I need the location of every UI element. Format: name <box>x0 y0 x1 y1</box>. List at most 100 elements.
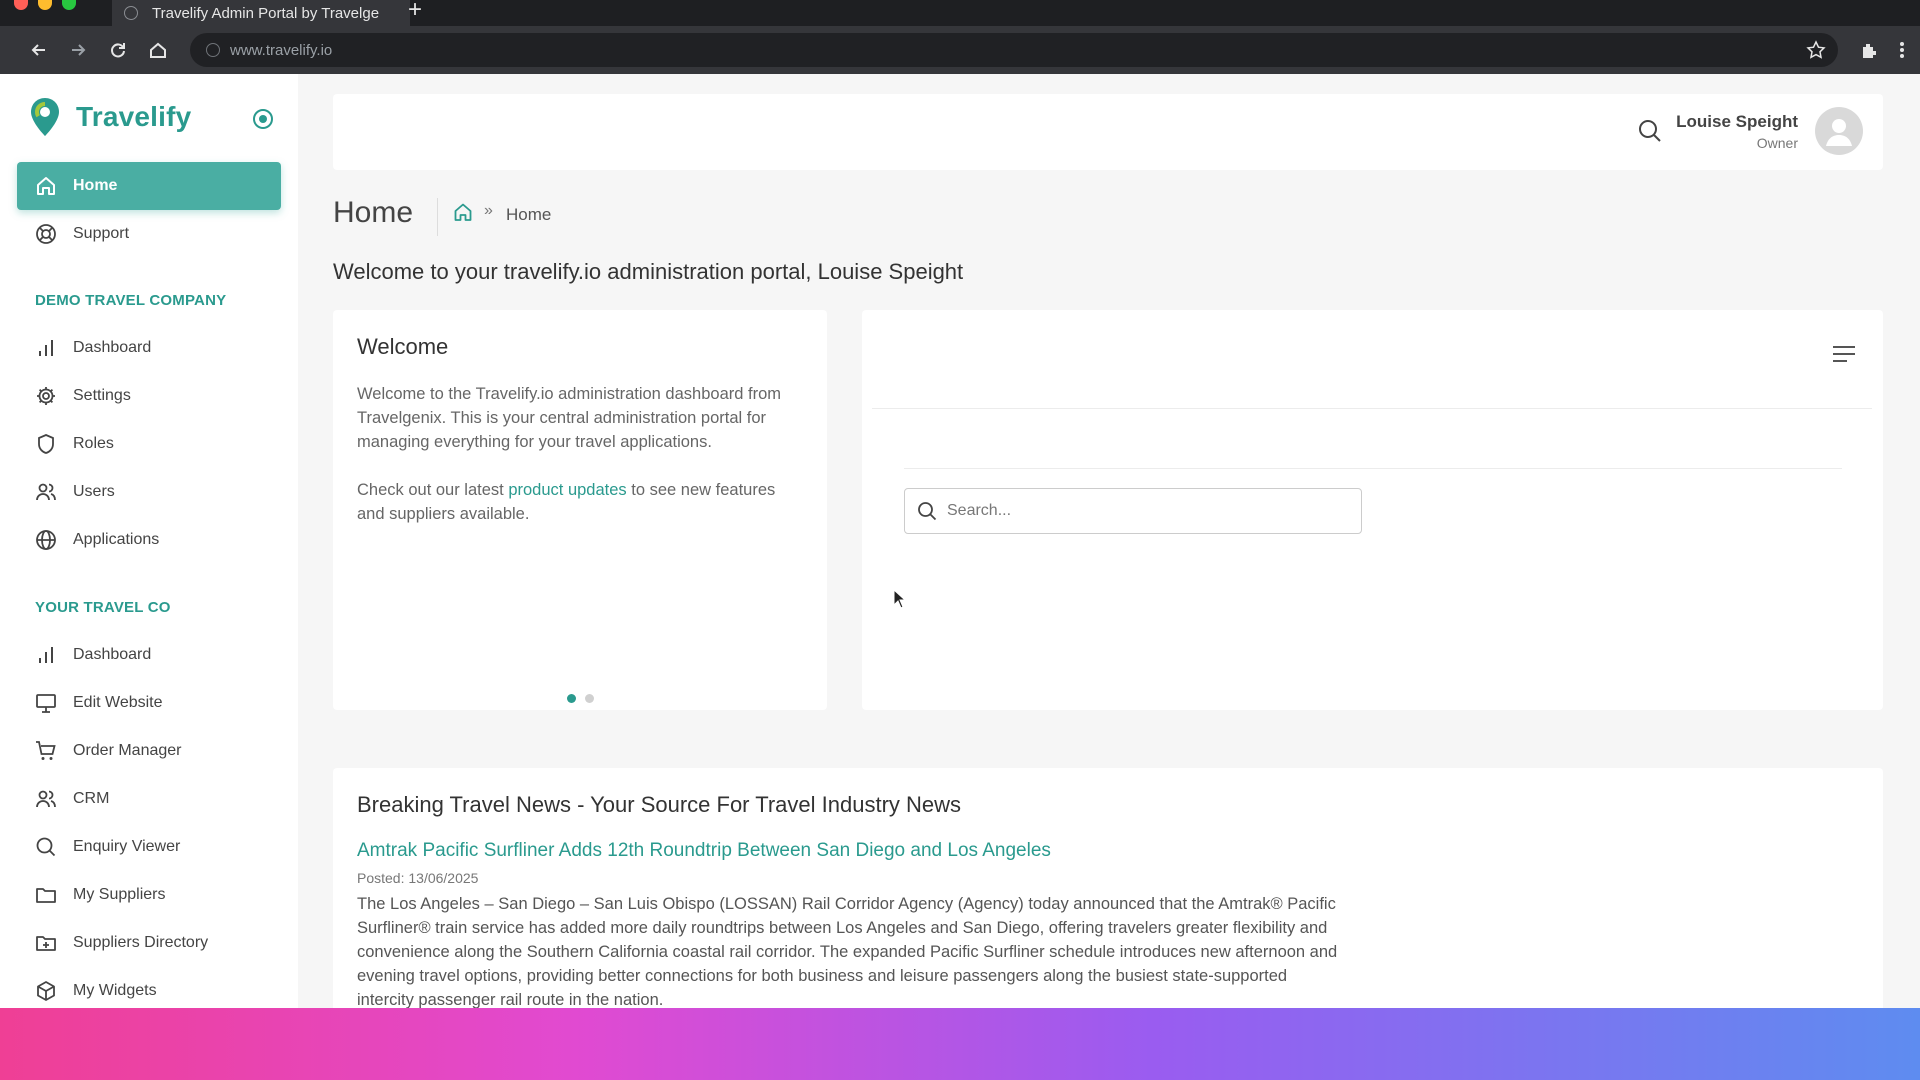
sidebar-item-label: Users <box>73 483 115 500</box>
sidebar-item-edit-website[interactable]: Edit Website <box>17 679 281 727</box>
sidebar-item-label: Enquiry Viewer <box>73 838 181 855</box>
user-name[interactable]: Louise Speight <box>1676 112 1798 132</box>
news-card-title: Breaking Travel News - Your Source For T… <box>357 792 962 817</box>
home-icon <box>33 173 59 199</box>
news-body-text: The Los Angeles – San Diego – San Luis O… <box>357 895 1338 1009</box>
sidebar-item-suppliers-directory[interactable]: Suppliers Directory <box>17 919 281 967</box>
sidebar-item-settings[interactable]: Settings <box>17 372 281 420</box>
welcome-card-title: Welcome <box>357 334 449 359</box>
tab-title: Travelify Admin Portal by Travelge <box>152 4 380 22</box>
user-role: Owner <box>1756 135 1798 151</box>
logo[interactable]: Travelify <box>28 96 191 138</box>
section-title-your-travel-co: YOUR TRAVEL CO <box>35 599 171 616</box>
browser-menu-icon[interactable] <box>1885 26 1919 74</box>
globe-icon <box>124 6 138 20</box>
url-text: www.travelify.io <box>230 41 333 59</box>
product-updates-link[interactable]: product updates <box>508 481 626 499</box>
sidebar-item-label: Settings <box>73 387 131 404</box>
sidebar-item-order-manager[interactable]: Order Manager <box>17 727 281 775</box>
search-field[interactable] <box>904 488 1362 534</box>
browser-toolbar: www.travelify.io <box>0 26 1920 74</box>
sidebar-item-home[interactable]: Home <box>17 162 281 210</box>
sidebar-item-label: CRM <box>73 790 110 807</box>
new-tab-button[interactable]: + <box>408 0 422 24</box>
sidebar-item-crm[interactable]: CRM <box>17 775 281 823</box>
divider <box>904 468 1842 469</box>
close-window-button[interactable] <box>14 0 28 10</box>
bookmark-star-icon[interactable] <box>1806 40 1826 65</box>
welcome-message: Welcome to your travelify.io administrat… <box>333 259 964 284</box>
folder-icon <box>33 882 59 908</box>
sidebar-item-label: Order Manager <box>73 742 182 759</box>
breadcrumb-home-icon[interactable] <box>453 202 473 227</box>
minimize-window-button[interactable] <box>38 0 52 10</box>
extensions-icon[interactable] <box>1852 26 1886 74</box>
search-icon[interactable] <box>1637 118 1663 149</box>
title-divider <box>437 198 438 236</box>
lifebuoy-icon <box>33 221 59 247</box>
sidebar-item-applications[interactable]: Applications <box>17 516 281 564</box>
sidebar-item-label: Roles <box>73 435 114 452</box>
search-input[interactable] <box>947 502 1347 520</box>
news-posted-date: Posted: 13/06/2025 <box>357 870 479 886</box>
news-headline-link[interactable]: Amtrak Pacific Surfliner Adds 12th Round… <box>357 840 1051 862</box>
search-icon <box>33 834 59 860</box>
monitor-icon <box>33 690 59 716</box>
app-area: Travelify Home Support DEMO TRAVEL COMPA… <box>0 74 1920 1068</box>
section-title-demo-travel-company: DEMO TRAVEL COMPANY <box>35 292 227 309</box>
users-icon <box>33 479 59 505</box>
sidebar-item-support[interactable]: Support <box>17 210 281 258</box>
sidebar-item-my-suppliers[interactable]: My Suppliers <box>17 871 281 919</box>
sidebar: Travelify Home Support DEMO TRAVEL COMPA… <box>0 74 298 1008</box>
sidebar-item-label: My Widgets <box>73 982 157 999</box>
shield-icon <box>33 431 59 457</box>
cart-icon <box>33 738 59 764</box>
breadcrumb-separator: » <box>484 202 493 219</box>
site-info-icon[interactable] <box>206 43 220 57</box>
sidebar-item-label: Support <box>73 225 130 242</box>
mouse-cursor-icon <box>893 588 907 614</box>
welcome-card: Welcome Welcome to the Travelify.io admi… <box>333 310 827 710</box>
avatar[interactable] <box>1815 107 1863 155</box>
top-header: Louise Speight Owner <box>333 94 1883 170</box>
home-browser-icon[interactable] <box>141 26 175 74</box>
browser-tab[interactable]: Travelify Admin Portal by Travelge <box>112 0 410 26</box>
welcome-card-text: Welcome to the Travelify.io administrati… <box>357 385 781 451</box>
folder-plus-icon <box>33 930 59 956</box>
back-icon[interactable] <box>22 26 56 74</box>
globe-icon <box>33 527 59 553</box>
gear-icon <box>33 383 59 409</box>
divider <box>872 408 1872 409</box>
sidebar-item-dashboard[interactable]: Dashboard <box>17 324 281 372</box>
bar-chart-icon <box>33 642 59 668</box>
carousel-dot-active[interactable] <box>567 694 576 703</box>
hamburger-menu-icon[interactable] <box>1831 344 1857 369</box>
address-bar[interactable]: www.travelify.io <box>190 33 1838 67</box>
updates-text-before: Check out our latest <box>357 481 509 499</box>
cube-icon <box>33 978 59 1004</box>
search-icon <box>918 502 937 521</box>
sidebar-item-enquiry-viewer[interactable]: Enquiry Viewer <box>17 823 281 871</box>
forward-icon[interactable] <box>61 26 95 74</box>
location-pin-logo-icon <box>31 98 59 136</box>
bar-chart-icon <box>33 335 59 361</box>
sidebar-item-label: Home <box>73 177 118 194</box>
sidebar-toggle-icon[interactable] <box>252 108 274 135</box>
sidebar-item-label: Edit Website <box>73 694 163 711</box>
sidebar-item-label: Applications <box>73 531 160 548</box>
welcome-card-updates-text: Check out our latest product updates to … <box>357 478 807 526</box>
sidebar-item-dashboard-2[interactable]: Dashboard <box>17 631 281 679</box>
sidebar-item-label: Suppliers Directory <box>73 934 209 951</box>
sidebar-item-label: Dashboard <box>73 646 152 663</box>
sidebar-item-roles[interactable]: Roles <box>17 420 281 468</box>
page-title: Home <box>333 196 414 229</box>
reload-icon[interactable] <box>101 26 135 74</box>
sidebar-item-label: My Suppliers <box>73 886 166 903</box>
sidebar-item-label: Dashboard <box>73 339 152 356</box>
maximize-window-button[interactable] <box>62 0 76 10</box>
carousel-dot[interactable] <box>585 694 594 703</box>
users-icon <box>33 786 59 812</box>
breadcrumb-current: Home <box>506 205 552 224</box>
sidebar-item-users[interactable]: Users <box>17 468 281 516</box>
search-panel-card <box>862 310 1883 710</box>
